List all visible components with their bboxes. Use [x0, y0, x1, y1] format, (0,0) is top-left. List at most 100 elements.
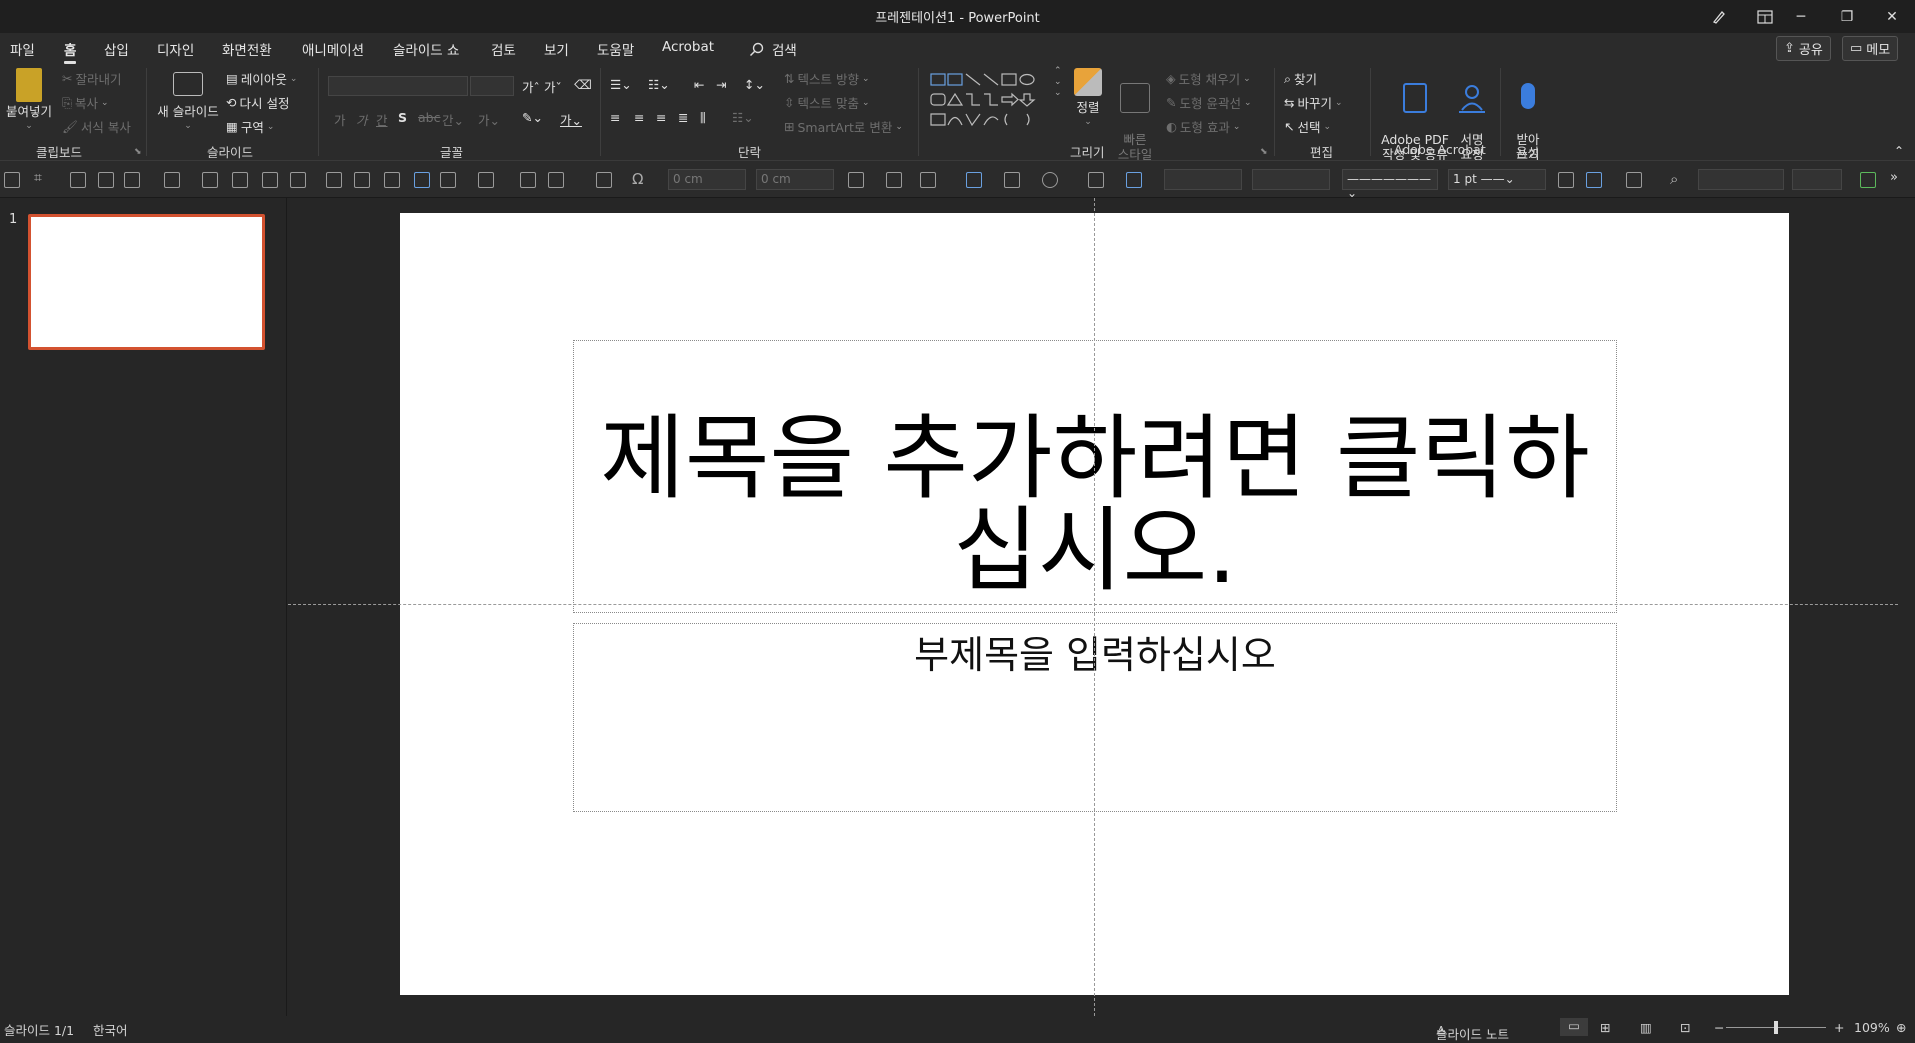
subtitle-placeholder[interactable]: 부제목을 입력하십시오: [573, 623, 1617, 812]
italic-button[interactable]: 가: [356, 110, 368, 129]
shadow-button[interactable]: S: [398, 110, 407, 125]
clipboard-launcher-icon[interactable]: ⬊: [134, 147, 142, 157]
width-field[interactable]: 0 cm: [668, 169, 746, 190]
pen-icon[interactable]: [1696, 0, 1742, 33]
horizontal-guide[interactable]: [288, 604, 1898, 605]
rotate-icon[interactable]: [164, 172, 180, 188]
shape-effects-button[interactable]: ◐ 도형 효과 ⌄: [1166, 117, 1240, 136]
zoom-out-button[interactable]: −: [1714, 1020, 1724, 1035]
change-case-button[interactable]: 가⌄: [478, 110, 500, 129]
list-icon[interactable]: [440, 172, 456, 188]
zoom-size-field[interactable]: [1792, 169, 1842, 190]
tab-help[interactable]: 도움말: [597, 39, 634, 59]
send-backward-icon[interactable]: [232, 172, 248, 188]
collapse-ribbon-icon[interactable]: ⌃: [1894, 144, 1904, 158]
font-name-dropdown[interactable]: [328, 76, 468, 96]
picture-format-icon[interactable]: [1558, 172, 1574, 188]
line-weight-dropdown[interactable]: 1 pt ——⌄: [1448, 169, 1546, 190]
fill-color-icon[interactable]: [848, 172, 864, 188]
close-icon[interactable]: ✕: [1869, 0, 1915, 33]
circle-icon[interactable]: [1042, 172, 1058, 188]
spacing-icon[interactable]: [478, 172, 494, 188]
tab-home[interactable]: 홈: [64, 39, 77, 64]
arrange-button[interactable]: 정렬 ⌄: [1068, 68, 1108, 130]
language-indicator[interactable]: 한국어: [93, 1020, 128, 1039]
picture-icon[interactable]: [4, 172, 20, 188]
line-style-icon[interactable]: [920, 172, 936, 188]
more-icon[interactable]: »: [1890, 170, 1906, 186]
tab-review[interactable]: 검토: [491, 39, 516, 59]
tab-slideshow[interactable]: 슬라이드 쇼: [393, 39, 459, 59]
shrink-font-button[interactable]: 가ˇ: [544, 77, 562, 96]
shape-outline-button[interactable]: ✎ 도형 윤곽선 ⌄: [1166, 93, 1252, 112]
group-objects-icon[interactable]: [262, 172, 278, 188]
zoom-in-button[interactable]: +: [1834, 1020, 1844, 1035]
line-dash-dropdown[interactable]: ———————⌄: [1342, 169, 1438, 200]
grow-font-button[interactable]: 가ˆ: [522, 77, 540, 96]
align-right-button[interactable]: ≡: [656, 110, 666, 125]
tab-design[interactable]: 디자인: [157, 39, 194, 59]
layout-grid-icon[interactable]: [1126, 172, 1142, 188]
justify-button[interactable]: ≣: [678, 110, 688, 125]
eraser-icon[interactable]: [326, 172, 342, 188]
text-direction-button[interactable]: ⇅ 텍스트 방향 ⌄: [784, 69, 870, 88]
align-left-button[interactable]: ≡: [610, 110, 620, 125]
restore-icon[interactable]: ❐: [1824, 0, 1870, 33]
bring-forward-icon[interactable]: [202, 172, 218, 188]
font-color-button[interactable]: 가⌄: [560, 110, 582, 129]
char-spacing-button[interactable]: 간⌄: [442, 110, 464, 129]
reading-view-icon[interactable]: ▥: [1640, 1020, 1652, 1035]
drawing-launcher-icon[interactable]: ⬊: [1260, 147, 1268, 157]
tab-insert[interactable]: 삽입: [104, 39, 129, 59]
anchor-icon[interactable]: [414, 172, 430, 188]
fit-slide-icon[interactable]: ⊕: [1896, 1020, 1906, 1035]
replace-button[interactable]: ⇆ 바꾸기 ⌄: [1284, 93, 1343, 112]
strikethrough-button[interactable]: abc: [418, 110, 440, 125]
title-placeholder[interactable]: 제목을 추가하려면 클릭하십시오.: [573, 340, 1617, 613]
text-wrap-icon[interactable]: [384, 172, 400, 188]
smartart-button[interactable]: ⊞ SmartArt로 변환 ⌄: [784, 117, 903, 136]
paragraph-extra-button[interactable]: ☷⌄: [732, 110, 754, 125]
slide-thumbnail[interactable]: [28, 214, 265, 350]
bold-button[interactable]: 가: [334, 110, 346, 129]
format-painter-button[interactable]: 🖌 서식 복사: [62, 117, 131, 136]
shapes-gallery[interactable]: [928, 70, 1056, 134]
shape-style-icon[interactable]: [1004, 172, 1020, 188]
eyedropper-icon[interactable]: [520, 172, 536, 188]
shape-effect-icon[interactable]: [966, 172, 982, 188]
font-size-dropdown[interactable]: [470, 76, 514, 96]
align-text-button[interactable]: ⇳ 텍스트 맞춤 ⌄: [784, 93, 870, 112]
underline-button[interactable]: 간: [376, 110, 388, 129]
draw-icon[interactable]: [1586, 172, 1602, 188]
search-box[interactable]: 검색: [749, 39, 797, 59]
textbox-icon[interactable]: [548, 172, 564, 188]
find-button[interactable]: ⌕ 찾기: [1284, 69, 1317, 88]
crop-icon[interactable]: ⌗: [34, 170, 50, 186]
shape-fill-button[interactable]: ◈ 도형 채우기 ⌄: [1166, 69, 1251, 88]
ungroup-icon[interactable]: [290, 172, 306, 188]
symbol-icon[interactable]: Ω: [632, 170, 648, 188]
position-x-field[interactable]: [1164, 169, 1242, 190]
position-y-field[interactable]: [1252, 169, 1330, 190]
vertical-guide[interactable]: [1094, 198, 1095, 1016]
bullets-button[interactable]: ☰⌄: [610, 77, 632, 92]
slide-sorter-icon[interactable]: ⊞: [1600, 1020, 1610, 1035]
outline-color-icon[interactable]: [886, 172, 902, 188]
tab-view[interactable]: 보기: [544, 39, 569, 59]
grid-icon[interactable]: [1626, 172, 1642, 188]
zoom-slider-handle[interactable]: [1774, 1021, 1778, 1034]
customize-icon[interactable]: [1860, 172, 1876, 188]
align-middle-icon[interactable]: [98, 172, 114, 188]
select-button[interactable]: ↖ 선택 ⌄: [1284, 117, 1331, 136]
align-objects-icon[interactable]: [124, 172, 140, 188]
section-button[interactable]: ▦ 구역 ⌄: [226, 117, 274, 136]
decrease-indent-button[interactable]: ⇤: [694, 77, 704, 92]
zoom-level[interactable]: 109%: [1854, 1020, 1890, 1035]
columns-button[interactable]: ⫼: [700, 110, 706, 126]
tab-animations[interactable]: 애니메이션: [302, 39, 364, 59]
reset-button[interactable]: ⟲ 다시 설정: [226, 93, 289, 112]
highlight-button[interactable]: ✎⌄: [522, 110, 543, 125]
minimize-icon[interactable]: ─: [1778, 0, 1824, 33]
zoom-icon[interactable]: ⌕: [1670, 170, 1686, 188]
shapes-scroll-icon[interactable]: ⌃ ⌄ ⌄: [1054, 66, 1062, 99]
